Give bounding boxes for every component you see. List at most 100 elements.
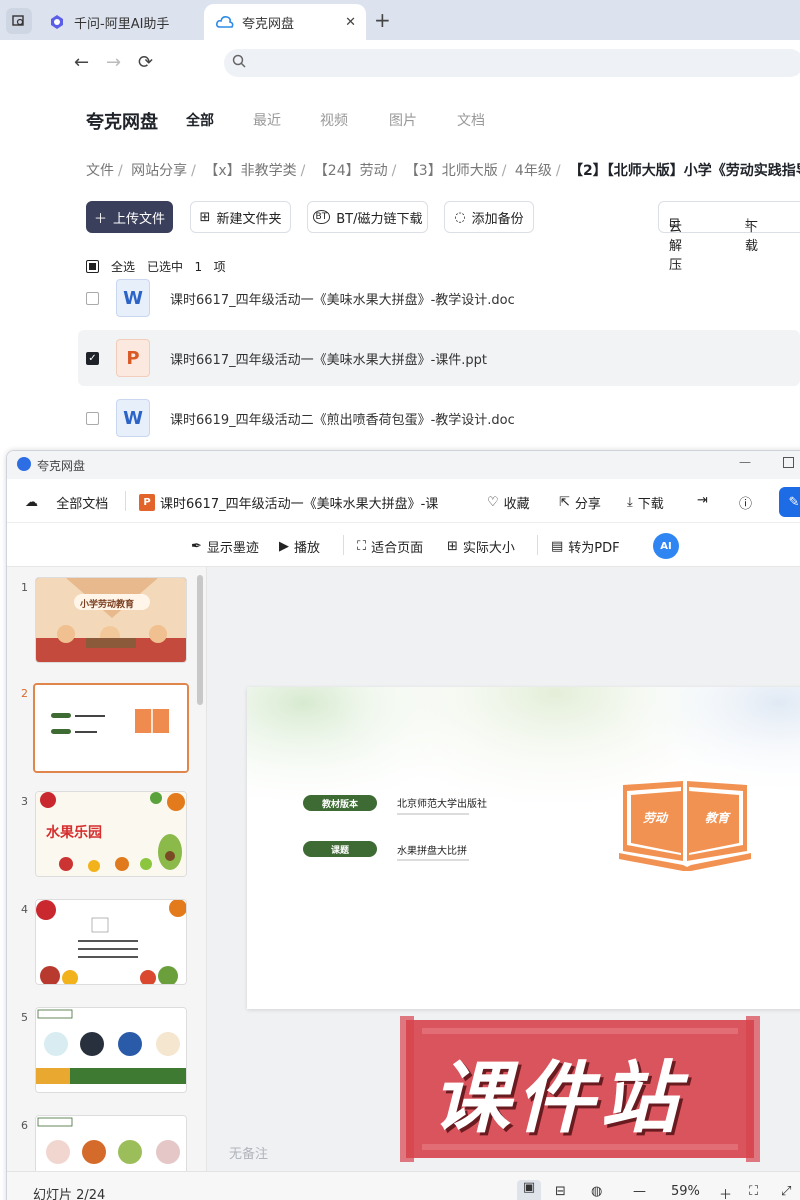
thumbnail-scrollbar[interactable] xyxy=(197,575,203,705)
file-row[interactable]: W 课时6619_四年级活动二《煎出喷香荷包蛋》-教学设计.doc xyxy=(78,390,800,446)
slide-thumbnail-5[interactable] xyxy=(35,1007,187,1093)
viewer-download-button[interactable]: ⤓ 下载 xyxy=(627,493,664,512)
breadcrumb: 文件 / 网站分享 / 【x】非教学类 / 【24】劳动 / 【3】北师大版/ 4年级 /… xyxy=(86,160,800,180)
tab-image[interactable]: 图片 xyxy=(389,110,417,130)
plus-icon: ＋ xyxy=(93,211,107,227)
breadcrumb-item[interactable]: 【x】非教学类 xyxy=(204,163,296,179)
show-ink-button[interactable]: ✒ 显示墨迹 xyxy=(191,537,259,556)
file-name[interactable]: 课时6617_四年级活动一《美味水果大拼盘》-教学设计.doc xyxy=(170,289,515,308)
thumb-number: 5 xyxy=(21,1011,28,1024)
download-icon: ⤓ xyxy=(627,495,633,510)
minimize-icon[interactable]: — xyxy=(739,455,751,469)
add-backup-button[interactable]: ◌ 添加备份 xyxy=(444,201,534,233)
play-button[interactable]: ▶ 播放 xyxy=(279,537,320,556)
all-docs-button[interactable]: ☁ 全部文档 xyxy=(25,493,108,512)
viewer-status-bar: 幻灯片 2/24 ▣ ⊟ ◍ — 59% ＋ ⛶ ⤢ xyxy=(7,1171,800,1200)
slide-thumbnail-2[interactable] xyxy=(33,683,189,773)
maximize-icon[interactable] xyxy=(783,457,794,468)
new-tab-button[interactable]: + xyxy=(374,8,391,32)
current-slide[interactable]: 教材版本 北京师范大学出版社 课题 水果拼盘大比拼 劳动 教育 xyxy=(247,687,800,1009)
play-icon: ▶ xyxy=(279,539,289,554)
row-checkbox[interactable] xyxy=(86,291,99,305)
close-icon[interactable]: ✕ xyxy=(345,15,356,30)
collect-button[interactable]: ♡ 收藏 xyxy=(487,493,530,512)
fit-icon: ⛶ xyxy=(357,539,367,554)
thumb-number: 6 xyxy=(21,1119,28,1132)
new-folder-button[interactable]: ⊞ 新建文件夹 xyxy=(190,201,291,233)
document-title: P 课时6617_四年级活动一《美味水果大拼盘》-课 xyxy=(139,493,438,512)
slide-label-topic: 课题 xyxy=(303,841,377,857)
ai-icon[interactable]: AI xyxy=(653,533,679,559)
breadcrumb-current: 【2】【北师大版】小学《劳动实践指导 xyxy=(569,163,800,179)
actual-size-button[interactable]: ⊞ 实际大小 xyxy=(447,537,515,556)
slide-value-topic: 水果拼盘大比拼 xyxy=(397,846,467,857)
fit-page-button[interactable]: ⛶ 适合页面 xyxy=(357,537,423,556)
zoom-in-icon[interactable]: ＋ xyxy=(719,1184,732,1200)
to-pdf-button[interactable]: ▤ 转为PDF xyxy=(551,537,620,556)
address-bar-row: ← → ⟳ xyxy=(0,40,800,86)
viewer-title-bar: 夸克网盘 — xyxy=(7,451,800,479)
zoom-out-icon[interactable]: — xyxy=(633,1184,646,1199)
tab-document[interactable]: 文档 xyxy=(457,110,485,130)
slide-thumbnail-4[interactable] xyxy=(35,899,187,985)
export-icon[interactable]: ⇥ xyxy=(697,493,708,508)
tab-all[interactable]: 全部 xyxy=(186,110,214,130)
slide-label-edition: 教材版本 xyxy=(303,795,377,811)
breadcrumb-item[interactable]: 网站分享 xyxy=(131,163,187,179)
report-icon[interactable]: ⓘ xyxy=(739,493,752,512)
file-row-selected[interactable]: ✓ P 课时6617_四年级活动一《美味水果大拼盘》-课件.ppt xyxy=(78,330,800,386)
upload-button[interactable]: ＋上传文件 xyxy=(86,201,173,233)
slide-value-edition: 北京师范大学出版社 xyxy=(397,799,487,810)
share-button[interactable]: ⇱ 分享 xyxy=(559,493,601,512)
thumb1-title: 小学劳动教育 xyxy=(80,600,135,610)
viewer-window-title: 夸克网盘 xyxy=(37,459,86,473)
thumb-number: 2 xyxy=(21,687,28,700)
url-input[interactable] xyxy=(224,49,800,77)
folder-plus-icon: ⊞ xyxy=(199,209,211,225)
heart-icon: ♡ xyxy=(487,495,499,510)
quark-cloud-icon xyxy=(216,13,234,31)
breadcrumb-item[interactable]: 【3】北师大版 xyxy=(405,163,498,179)
globe-icon[interactable]: ◍ xyxy=(591,1184,602,1199)
pdf-icon: ▤ xyxy=(551,539,564,554)
book-label-right: 教育 xyxy=(705,811,730,825)
thumb-number: 1 xyxy=(21,581,28,594)
bt-icon: BT xyxy=(312,210,331,224)
backup-icon: ◌ xyxy=(454,209,466,225)
back-arrow-icon[interactable]: ← xyxy=(74,52,89,73)
file-name[interactable]: 课时6619_四年级活动二《煎出喷香荷包蛋》-教学设计.doc xyxy=(170,409,515,428)
tab-quark-pan[interactable]: 夸克网盘 ✕ xyxy=(204,4,366,40)
bt-download-button[interactable]: BT BT/磁力链下载 xyxy=(307,201,428,233)
tab-qianwen[interactable]: 千问-阿里AI助手 xyxy=(36,4,204,40)
breadcrumb-item[interactable]: 文件 xyxy=(86,163,114,179)
reload-icon[interactable]: ⟳ xyxy=(138,52,153,73)
ppt-file-icon: P xyxy=(116,339,150,377)
file-name[interactable]: 课时6617_四年级活动一《美味水果大拼盘》-课件.ppt xyxy=(170,349,487,368)
fullscreen-icon[interactable]: ⤢ xyxy=(781,1184,791,1199)
viewer-toolbar: ✒ 显示墨迹 ▶ 播放 ⛶ 适合页面 ⊞ 实际大小 ▤ 转为PDF AI xyxy=(7,523,800,567)
slide-thumbnail-1[interactable]: 小学劳动教育 xyxy=(35,577,187,663)
slide-thumbnail-6[interactable] xyxy=(35,1115,187,1171)
fit-screen-icon[interactable]: ⛶ xyxy=(749,1184,758,1199)
tab-recent[interactable]: 最近 xyxy=(253,110,281,130)
forward-arrow-icon[interactable]: → xyxy=(106,52,121,73)
edit-pen-icon[interactable]: ✎ xyxy=(779,487,800,517)
zoom-level[interactable]: 59% xyxy=(671,1184,700,1199)
row-checkbox-checked[interactable]: ✓ xyxy=(86,351,99,365)
ppt-badge-icon: P xyxy=(139,494,155,511)
viewer-header-bar: ☁ 全部文档 P 课时6617_四年级活动一《美味水果大拼盘》-课 ♡ 收藏 ⇱ 分… xyxy=(7,479,800,523)
grid-view-icon[interactable]: ⊟ xyxy=(555,1184,566,1199)
file-row[interactable]: W 课时6617_四年级活动一《美味水果大拼盘》-教学设计.doc xyxy=(78,270,800,326)
underline xyxy=(397,813,469,815)
normal-view-icon[interactable]: ▣ xyxy=(517,1180,541,1200)
breadcrumb-item[interactable]: 【24】劳动 xyxy=(314,163,388,179)
word-file-icon: W xyxy=(116,279,150,317)
tab-search-button[interactable] xyxy=(6,8,32,34)
slide-thumbnail-3[interactable]: 水果乐园 xyxy=(35,791,187,877)
thumb3-title: 水果乐园 xyxy=(46,825,102,841)
page-indicator: 幻灯片 2/24 xyxy=(33,1188,106,1200)
row-checkbox[interactable] xyxy=(86,411,99,425)
qianwen-logo-icon xyxy=(48,13,66,31)
tab-video[interactable]: 视频 xyxy=(320,110,348,130)
breadcrumb-item[interactable]: 4年级 xyxy=(515,163,552,179)
